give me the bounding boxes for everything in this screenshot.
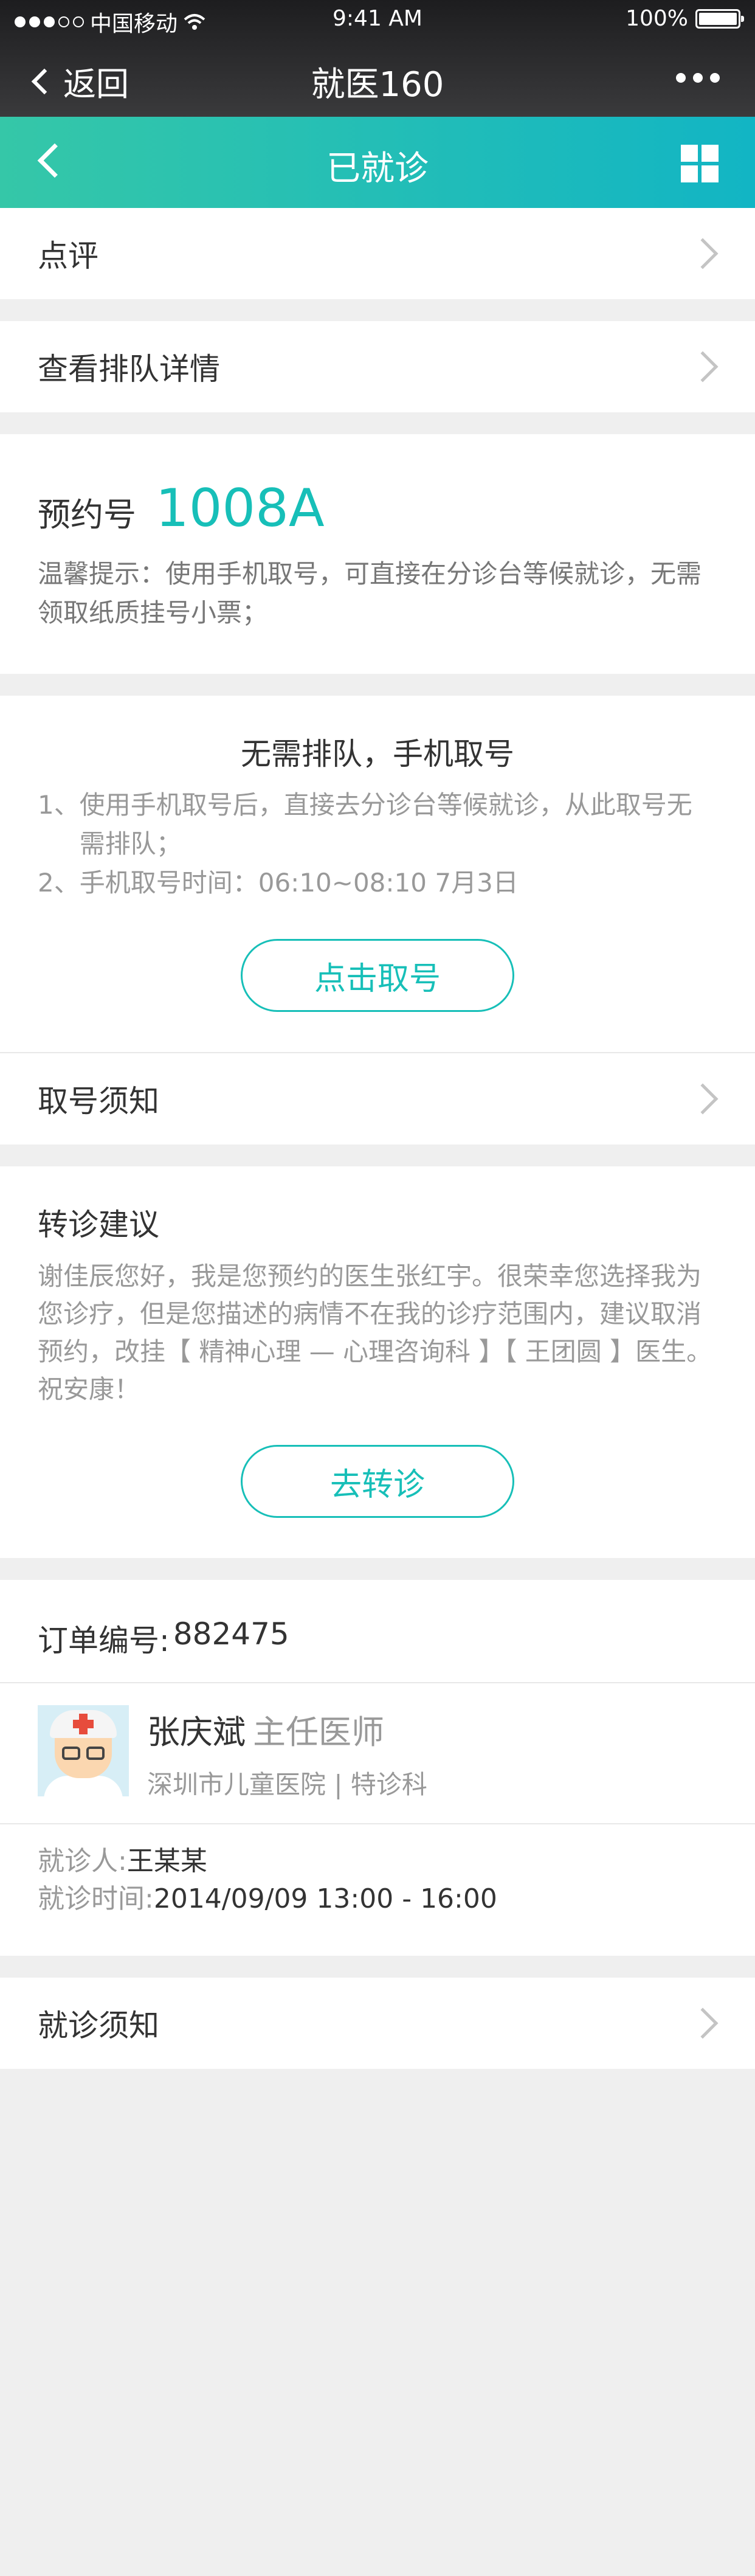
page-header: 已就诊 bbox=[0, 117, 755, 208]
chevron-right-icon bbox=[687, 351, 719, 383]
appointment-card: 预约号 1008A 温馨提示：使用手机取号，可直接在分诊台等候就诊，无需领取纸质… bbox=[0, 434, 755, 674]
visit-time: 2014/09/09 13:00 - 16:00 bbox=[153, 1883, 497, 1914]
visit-notice-row[interactable]: 就诊须知 bbox=[0, 1978, 755, 2069]
take-number-button[interactable]: 点击取号 bbox=[241, 939, 514, 1012]
queue-detail-row[interactable]: 查看排队详情 bbox=[0, 321, 755, 412]
review-row[interactable]: 点评 bbox=[0, 208, 755, 299]
page-title: 已就诊 bbox=[326, 149, 429, 189]
status-bar: 中国移动 9:41 AM 100% bbox=[0, 0, 755, 39]
take-number-notice-row[interactable]: 取号须知 bbox=[0, 1053, 755, 1144]
order-card: 订单编号: 882475 张庆斌 主任医师 深圳市儿童医院 | 特诊科 就诊人:王… bbox=[0, 1580, 755, 1956]
review-label: 点评 bbox=[38, 238, 98, 274]
transfer-title: 转诊建议 bbox=[38, 1207, 159, 1242]
list-item: 1、 使用手机取号后，直接去分诊台等候就诊，从此取号无需排队； bbox=[38, 790, 692, 859]
queue-detail-label: 查看排队详情 bbox=[38, 351, 220, 387]
hospital-department: 深圳市儿童医院 | 特诊科 bbox=[147, 1770, 427, 1799]
battery-percent: 100% bbox=[626, 6, 688, 31]
order-number-label: 订单编号: bbox=[38, 1623, 170, 1658]
queue-title: 无需排队，手机取号 bbox=[241, 736, 514, 772]
transfer-button[interactable]: 去转诊 bbox=[241, 1445, 514, 1518]
visit-details: 就诊人:王某某 就诊时间:2014/09/09 13:00 - 16:00 bbox=[0, 1824, 755, 1956]
ios-top-area: 中国移动 9:41 AM 100% 返回 就医160 bbox=[0, 0, 755, 117]
status-right: 100% bbox=[626, 6, 744, 31]
order-number: 882475 bbox=[173, 1616, 289, 1652]
appointment-tip: 温馨提示：使用手机取号，可直接在分诊台等候就诊，无需领取纸质挂号小票； bbox=[38, 559, 702, 628]
visit-notice-label: 就诊须知 bbox=[38, 2008, 159, 2043]
battery-icon bbox=[695, 9, 744, 29]
patient-label: 就诊人: bbox=[38, 1846, 127, 1877]
browser-nav: 返回 就医160 bbox=[0, 39, 755, 117]
more-icon[interactable] bbox=[676, 73, 720, 83]
app-title: 就医160 bbox=[311, 65, 444, 105]
chevron-right-icon bbox=[687, 238, 719, 269]
patient-name: 王某某 bbox=[126, 1846, 207, 1877]
doctor-title: 主任医师 bbox=[253, 1713, 384, 1751]
avatar bbox=[38, 1705, 129, 1796]
doctor-info[interactable]: 张庆斌 主任医师 深圳市儿童医院 | 特诊科 bbox=[0, 1683, 755, 1823]
appointment-number: 1008A bbox=[156, 478, 325, 539]
grid-menu-icon[interactable] bbox=[681, 145, 719, 182]
appointment-label: 预约号 bbox=[38, 496, 136, 534]
visit-time-label: 就诊时间: bbox=[38, 1883, 154, 1914]
queue-card: 无需排队，手机取号 1、 使用手机取号后，直接去分诊台等候就诊，从此取号无需排队… bbox=[0, 696, 755, 1144]
chevron-right-icon bbox=[687, 2007, 719, 2039]
doctor-name: 张庆斌 bbox=[147, 1713, 246, 1751]
transfer-card: 转诊建议 谢佳辰您好，我是您预约的医生张红宇。很荣幸您选择我为您诊疗，但是您描述… bbox=[0, 1166, 755, 1558]
transfer-text: 谢佳辰您好，我是您预约的医生张红宇。很荣幸您选择我为您诊疗，但是您描述的病情不在… bbox=[38, 1261, 712, 1404]
take-number-notice-label: 取号须知 bbox=[38, 1084, 159, 1119]
list-item: 2、 手机取号时间：06:10~08:10 7月3日 bbox=[38, 868, 519, 898]
chevron-right-icon bbox=[687, 1083, 719, 1115]
